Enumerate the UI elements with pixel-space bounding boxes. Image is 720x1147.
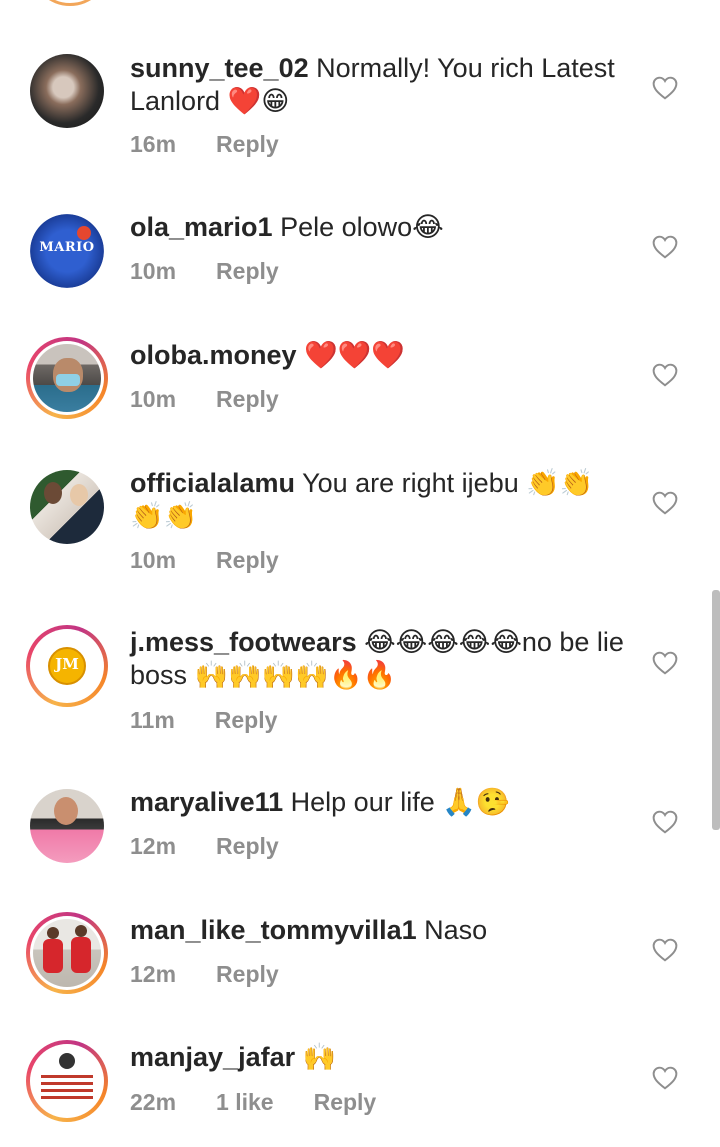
heart-outline-icon[interactable] — [652, 491, 678, 515]
avatar[interactable] — [26, 466, 108, 548]
heart-outline-icon[interactable] — [652, 810, 678, 834]
comments-screen: sunny_tee_02 Normally! You rich Latest L… — [0, 0, 720, 1147]
comment-meta: 12m Reply — [130, 833, 279, 860]
comment-username[interactable]: manjay_jafar — [130, 1042, 295, 1072]
comment-text-block: sunny_tee_02 Normally! You rich Latest L… — [130, 52, 630, 118]
comment-body: ❤️❤️❤️ — [304, 340, 405, 370]
comment-body: Help our life 🙏🤥 — [290, 787, 510, 817]
comment-time: 10m — [130, 386, 177, 412]
avatar[interactable] — [26, 785, 108, 867]
avatar-logo-text: JM — [55, 655, 79, 673]
comment-username[interactable]: officialalamu — [130, 468, 295, 498]
comment-meta: 16m Reply — [130, 131, 279, 158]
comment-username[interactable]: oloba.money — [130, 340, 297, 370]
comment-text-block: officialalamu You are right ijebu 👏👏 👏👏 — [130, 467, 630, 533]
comment-time: 22m — [130, 1089, 177, 1115]
like-count[interactable]: 1 like — [216, 1089, 274, 1116]
avatar[interactable] — [26, 50, 108, 132]
heart-outline-icon[interactable] — [652, 76, 678, 100]
heart-outline-icon[interactable] — [652, 235, 678, 259]
partial-avatar-ring — [30, 0, 110, 6]
comment-body: 🙌 — [302, 1042, 337, 1072]
comment-text-block: man_like_tommyvilla1 Naso — [130, 914, 630, 947]
scrollbar[interactable] — [712, 590, 720, 830]
avatar[interactable] — [26, 912, 108, 994]
comment-username[interactable]: man_like_tommyvilla1 — [130, 915, 417, 945]
heart-outline-icon[interactable] — [652, 651, 678, 675]
avatar[interactable] — [26, 337, 108, 419]
comment-username[interactable]: j.mess_footwears — [130, 627, 357, 657]
comment-meta: 10m Reply — [130, 258, 279, 285]
comment-meta: 11m Reply — [130, 707, 277, 734]
comment-text-block: ola_mario1 Pele olowo😂 — [130, 211, 630, 244]
comment-text-block: manjay_jafar 🙌 — [130, 1041, 630, 1074]
comment-meta: 12m Reply — [130, 961, 279, 988]
comment-username[interactable]: ola_mario1 — [130, 212, 273, 242]
comment-time: 10m — [130, 258, 177, 284]
reply-button[interactable]: Reply — [215, 707, 278, 734]
reply-button[interactable]: Reply — [216, 833, 279, 860]
avatar[interactable]: JM — [26, 625, 108, 707]
reply-button[interactable]: Reply — [216, 131, 279, 158]
comment-meta: 10m Reply — [130, 386, 279, 413]
comment-time: 10m — [130, 547, 177, 573]
comment-username[interactable]: sunny_tee_02 — [130, 53, 309, 83]
heart-outline-icon[interactable] — [652, 938, 678, 962]
comment-time: 12m — [130, 833, 177, 859]
comment-text-block: maryalive11 Help our life 🙏🤥 — [130, 786, 630, 819]
comment-text-block: j.mess_footwears 😂😂😂😂😂no be lie boss 🙌🙌🙌… — [130, 626, 630, 692]
reply-button[interactable]: Reply — [216, 258, 279, 285]
comment-meta: 22m 1 like Reply — [130, 1089, 376, 1116]
avatar[interactable]: MARIO — [26, 210, 108, 292]
comment-meta: 10m Reply — [130, 547, 279, 574]
reply-button[interactable]: Reply — [216, 386, 279, 413]
comment-text-block: oloba.money ❤️❤️❤️ — [130, 339, 630, 372]
comment-body: Pele olowo😂 — [280, 212, 444, 242]
comment-body: Naso — [424, 915, 488, 945]
comment-time: 16m — [130, 131, 177, 157]
heart-outline-icon[interactable] — [652, 363, 678, 387]
comment-time: 11m — [130, 707, 175, 733]
avatar-logo-text: MARIO — [39, 240, 95, 255]
reply-button[interactable]: Reply — [216, 961, 279, 988]
reply-button[interactable]: Reply — [314, 1089, 377, 1116]
avatar[interactable] — [26, 1040, 108, 1122]
heart-outline-icon[interactable] — [652, 1066, 678, 1090]
comment-time: 12m — [130, 961, 177, 987]
reply-button[interactable]: Reply — [216, 547, 279, 574]
comment-username[interactable]: maryalive11 — [130, 787, 283, 817]
